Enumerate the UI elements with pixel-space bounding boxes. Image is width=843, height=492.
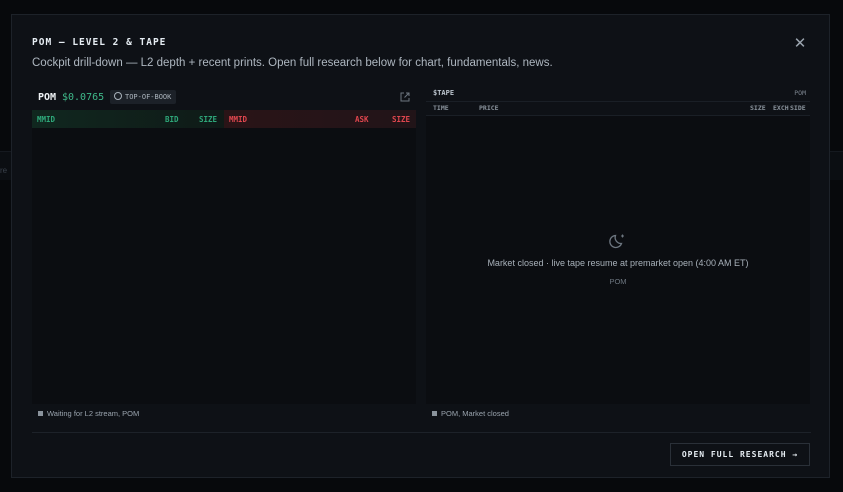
tape-body: Market closed · live tape resume at prem… xyxy=(426,116,810,404)
footer-divider xyxy=(32,432,811,433)
tape-status-text: POM, Market closed xyxy=(441,409,509,418)
l2-book: MMID BID SIZE MMID ASK SIZE xyxy=(32,110,416,404)
modal-title: POM — LEVEL 2 & TAPE xyxy=(32,37,167,48)
ask-col-price: ASK xyxy=(355,115,369,124)
background-text: re xyxy=(0,166,8,175)
bid-col-size: SIZE xyxy=(199,115,218,124)
tape-header: $TAPE POM xyxy=(426,87,810,102)
tape-col-size: SIZE xyxy=(750,104,766,112)
l2-symbol: POM xyxy=(38,92,57,103)
bid-header: MMID BID SIZE xyxy=(32,110,224,128)
tape-columns: TIME PRICE SIZE EXCH SIDE xyxy=(426,102,810,116)
l2-status: Waiting for L2 stream, POM xyxy=(38,409,139,418)
tape-status: POM, Market closed xyxy=(432,409,509,418)
status-indicator-icon xyxy=(38,411,43,416)
ask-col-size: SIZE xyxy=(392,115,411,124)
bid-col-price: BID xyxy=(165,115,179,124)
close-icon[interactable]: ✕ xyxy=(793,36,807,51)
tape-col-exch: EXCH xyxy=(773,104,789,112)
ask-col-mmid: MMID xyxy=(229,115,248,124)
badge-label: TOP-OF-BOOK xyxy=(125,93,172,101)
status-indicator-icon xyxy=(432,411,437,416)
clock-icon xyxy=(114,92,122,100)
l2-price: $0.0765 xyxy=(62,92,105,103)
top-of-book-badge[interactable]: TOP-OF-BOOK xyxy=(110,90,177,104)
tape-col-time: TIME xyxy=(433,104,449,112)
external-link-icon[interactable] xyxy=(400,92,410,102)
level2-tape-modal: POM — LEVEL 2 & TAPE ✕ Cockpit drill-dow… xyxy=(11,14,830,478)
l2-status-text: Waiting for L2 stream, POM xyxy=(47,409,140,418)
bid-col-mmid: MMID xyxy=(37,115,56,124)
tape-symbol: POM xyxy=(794,89,806,97)
tape-col-side: SIDE xyxy=(790,104,806,112)
open-full-research-button[interactable]: OPEN FULL RESEARCH → xyxy=(670,443,810,466)
moon-icon xyxy=(609,234,624,249)
market-closed-message: Market closed · live tape resume at prem… xyxy=(487,258,749,268)
tape-title: $TAPE xyxy=(433,89,455,97)
tape-col-price: PRICE xyxy=(479,104,499,112)
ask-header: MMID ASK SIZE xyxy=(224,110,416,128)
l2-header: POM $0.0765 TOP-OF-BOOK xyxy=(32,89,415,109)
market-closed-symbol: POM xyxy=(609,277,627,286)
modal-subtitle: Cockpit drill-down — L2 depth + recent p… xyxy=(32,57,553,69)
